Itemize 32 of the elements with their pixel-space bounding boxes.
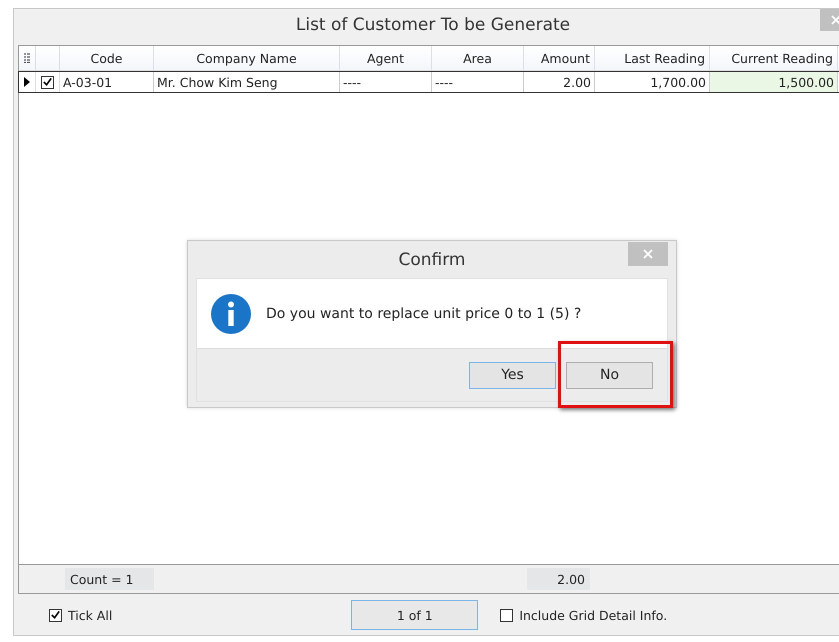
dialog-button[interactable]: Yes bbox=[469, 362, 556, 388]
page-button[interactable]: 1 of 1 bbox=[351, 600, 478, 630]
info-icon bbox=[211, 294, 251, 334]
column-header[interactable]: Current Reading bbox=[710, 46, 838, 70]
dialog-message: Do you want to replace unit price 0 to 1 (5) ? bbox=[266, 306, 582, 322]
table-row[interactable]: A-03-01 Mr. Chow Kim Seng ---- ---- 2.00 1,700.00 1,500.00 bbox=[18, 71, 839, 93]
table-cell: A-03-01 bbox=[60, 72, 154, 92]
dialog-button[interactable]: No bbox=[566, 362, 653, 388]
table-cell: ---- bbox=[340, 72, 432, 92]
column-header[interactable]: Amount bbox=[524, 46, 595, 70]
column-header[interactable]: Agent bbox=[340, 46, 432, 70]
table-cell: ---- bbox=[432, 72, 524, 92]
table-cell: 2.00 bbox=[524, 72, 595, 92]
column-header[interactable]: Area bbox=[432, 46, 524, 70]
checkbox[interactable] bbox=[500, 608, 514, 622]
checkbox-label: Tick All bbox=[68, 608, 112, 622]
column-header[interactable]: Code bbox=[60, 46, 154, 70]
row-pointer-icon bbox=[24, 77, 30, 87]
table-cell: 1,500.00 bbox=[710, 72, 838, 92]
table-cell: Mr. Chow Kim Seng bbox=[154, 72, 340, 92]
close-icon bbox=[643, 249, 653, 259]
checkbox[interactable] bbox=[41, 76, 54, 88]
column-header[interactable]: Company Name bbox=[154, 46, 340, 70]
checkbox[interactable] bbox=[49, 608, 62, 622]
checkbox-label: Include Grid Detail Info. bbox=[519, 608, 668, 622]
window-title: List of Customer To be Generate bbox=[296, 15, 570, 35]
column-header[interactable]: Last Reading bbox=[595, 46, 710, 70]
close-icon bbox=[831, 15, 839, 25]
count-summary: Count = 1 bbox=[65, 568, 154, 590]
column-chooser-icon[interactable] bbox=[24, 53, 30, 63]
dialog-title: Confirm bbox=[398, 250, 466, 270]
amount-total: 2.00 bbox=[527, 568, 590, 590]
